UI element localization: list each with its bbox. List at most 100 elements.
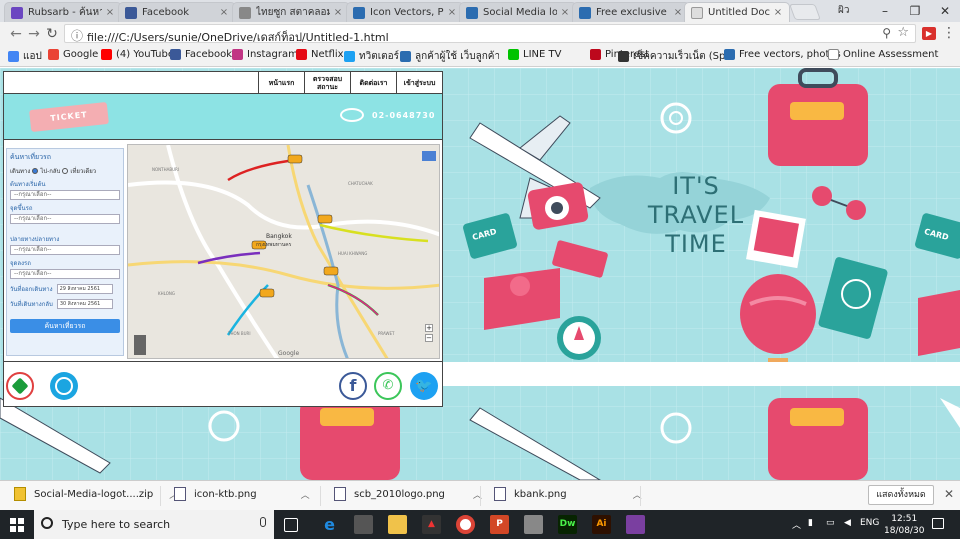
search-icon[interactable]: ⚲ [882,26,891,40]
network-icon[interactable]: ▮ [808,518,813,528]
bookmark-online-assessment[interactable]: Online Assessment [828,49,955,60]
dreamweaver-icon[interactable]: Dw [558,515,577,534]
address-url[interactable]: file:///C:/Users/sunie/OneDrive/เดสก์ท็อ… [87,28,389,46]
search-trip-button[interactable]: ค้นหาเที่ยวรถ [10,319,120,333]
bookmark-site-icon [400,51,411,62]
zoom-in-icon[interactable]: + [425,324,433,332]
info-icon[interactable]: ⓘ [71,27,83,44]
close-icon[interactable]: × [673,7,683,18]
notification-icon[interactable] [932,518,944,529]
origin-select[interactable]: --กรุณาเลือก-- [10,190,120,200]
tab-free-vectors[interactable]: Free exclusive vect × [572,2,690,22]
bookmark-instagram[interactable]: Instagram [232,49,298,60]
tab-rubsarb[interactable]: Rubsarb - ค้นหาเ × [4,2,122,22]
netflix-icon [296,49,307,60]
bookmark-label: Free vectors, photos [739,49,841,60]
back-arrow-icon[interactable]: ← [8,26,24,42]
download-filename: scb_2010logo.png [354,488,445,500]
shield-icon [579,6,591,19]
bookmark-netflix[interactable]: Netflix [296,49,344,60]
system-clock[interactable]: 12:51 18/08/30 [884,513,924,537]
game-icon[interactable]: ▲ [422,515,441,534]
close-icon[interactable]: × [560,7,570,18]
mail-icon[interactable] [354,515,373,534]
close-icon[interactable]: × [333,7,343,18]
radio-round-trip[interactable] [32,168,39,174]
close-icon[interactable]: × [105,7,115,18]
close-icon[interactable]: ✕ [944,487,954,501]
language-indicator[interactable]: ENG [860,518,879,528]
radio-one-way[interactable] [62,168,69,174]
download-item[interactable]: kbank.png ︿ [494,487,642,501]
destination-select[interactable]: --กรุณาเลือก-- [10,245,120,255]
close-icon[interactable]: × [447,7,457,18]
download-item[interactable]: icon-ktb.png ︿ [174,487,310,501]
powerpoint-icon[interactable]: P [490,515,509,534]
nav-home[interactable]: หน้าแรก [258,72,304,94]
illustrator-icon[interactable]: Ai [592,515,611,534]
nav-check-status[interactable]: ตรวจสอบสถานะ [304,72,350,94]
chrome-icon[interactable] [456,515,475,534]
bookmark-youtube[interactable]: (4) YouTube [101,49,174,60]
route-map[interactable]: NONTHABURI KHLONG CHATUCHAK PRAWET THON BU… [127,144,440,359]
task-view-icon[interactable] [284,518,298,532]
forward-arrow-icon[interactable]: → [26,26,42,42]
download-item[interactable]: Social-Media-logot....zip ︿ [14,487,178,501]
winrar-icon[interactable] [626,515,645,534]
nav-login[interactable]: เข้าสู่ระบบ [396,72,442,94]
edge-icon[interactable]: e [320,515,339,534]
bookmark-star-icon[interactable]: ☆ [897,25,909,40]
bookmark-customer[interactable]: ลูกค้าผู้ใช้ เว็บลูกค้าผู้ดูแลอย [400,49,499,64]
tab-social-media-logo[interactable]: Social Media logoty × [459,2,577,22]
headline-line-3: TIME [665,230,727,258]
close-icon[interactable]: × [219,7,229,18]
windows-start-icon[interactable] [10,518,24,532]
profile-button[interactable]: ผิว [838,3,849,18]
tab-facebook[interactable]: Facebook × [118,2,236,22]
window-close-icon[interactable]: ✕ [930,0,960,22]
close-icon[interactable]: × [773,7,783,18]
reload-icon[interactable]: ↻ [44,26,60,42]
maximize-icon[interactable]: ❐ [900,0,930,22]
bookmark-apps[interactable]: แอป [8,49,42,64]
folder-icon[interactable] [388,515,407,534]
radio-one-way-label: เที่ยวเดียว [70,168,97,175]
taskbar-search[interactable]: Type here to search [34,510,274,539]
divider [640,486,641,506]
departure-date-field[interactable]: 29 สิงหาคม 2561 [56,284,113,294]
pickup-select[interactable]: --กรุณาเลือก-- [10,214,120,224]
whatsapp-icon[interactable]: ✆ [374,372,402,400]
tab-thai-site[interactable]: ไทยซูก สตาคลอม - จะ × [232,2,350,22]
site-header: หน้าแรก ตรวจสอบสถานะ ติดต่อเรา เข้าสู่ระ… [4,72,442,94]
bookmark-free-vectors[interactable]: Free vectors, photos [724,49,841,60]
new-tab-button[interactable] [789,4,821,20]
nav-contact[interactable]: ติดต่อเรา [350,72,396,94]
dropoff-select[interactable]: --กรุณาเลือก-- [10,269,120,279]
bookmark-line-tv[interactable]: LINE TV [508,49,561,60]
volume-icon[interactable]: ◀ [844,518,851,528]
facebook-icon[interactable]: f [339,372,367,400]
bookmark-speedtest[interactable]: เช็คความเร็วเน็ต (Speed [618,49,725,64]
menu-icon[interactable]: ⋮ [942,25,956,41]
shield-icon [353,6,365,19]
snipping-tool-icon[interactable] [524,515,543,534]
tray-chevron-icon[interactable]: ︿ [792,518,801,531]
twitter-icon[interactable]: 🐦 [410,372,438,400]
extension-icon[interactable]: ▶ [922,27,936,40]
battery-icon[interactable]: ▭ [826,518,835,528]
bookmark-twitter[interactable]: ทวิตเตอร์ [344,49,399,64]
bookmark-google[interactable]: Google [48,49,98,60]
chevron-up-icon[interactable]: ︿ [301,488,310,501]
minimize-icon[interactable]: – [870,0,900,22]
tab-icon-vectors[interactable]: Icon Vectors, Photo × [346,2,464,22]
tab-untitled-document[interactable]: Untitled Document × [684,2,790,22]
address-bar[interactable]: ⓘ file:///C:/Users/sunie/OneDrive/เดสก์ท… [64,24,916,46]
zoom-out-icon[interactable]: − [425,334,433,342]
image-file-icon [174,487,186,501]
return-date-field[interactable]: 30 สิงหาคม 2561 [56,299,113,309]
show-all-downloads-button[interactable]: แสดงทั้งหมด [868,485,934,505]
download-item[interactable]: scb_2010logo.png ︿ [334,487,482,501]
bookmark-facebook[interactable]: Facebook [170,49,232,60]
microphone-icon[interactable] [260,517,266,527]
bookmark-label: Netflix [311,49,344,60]
